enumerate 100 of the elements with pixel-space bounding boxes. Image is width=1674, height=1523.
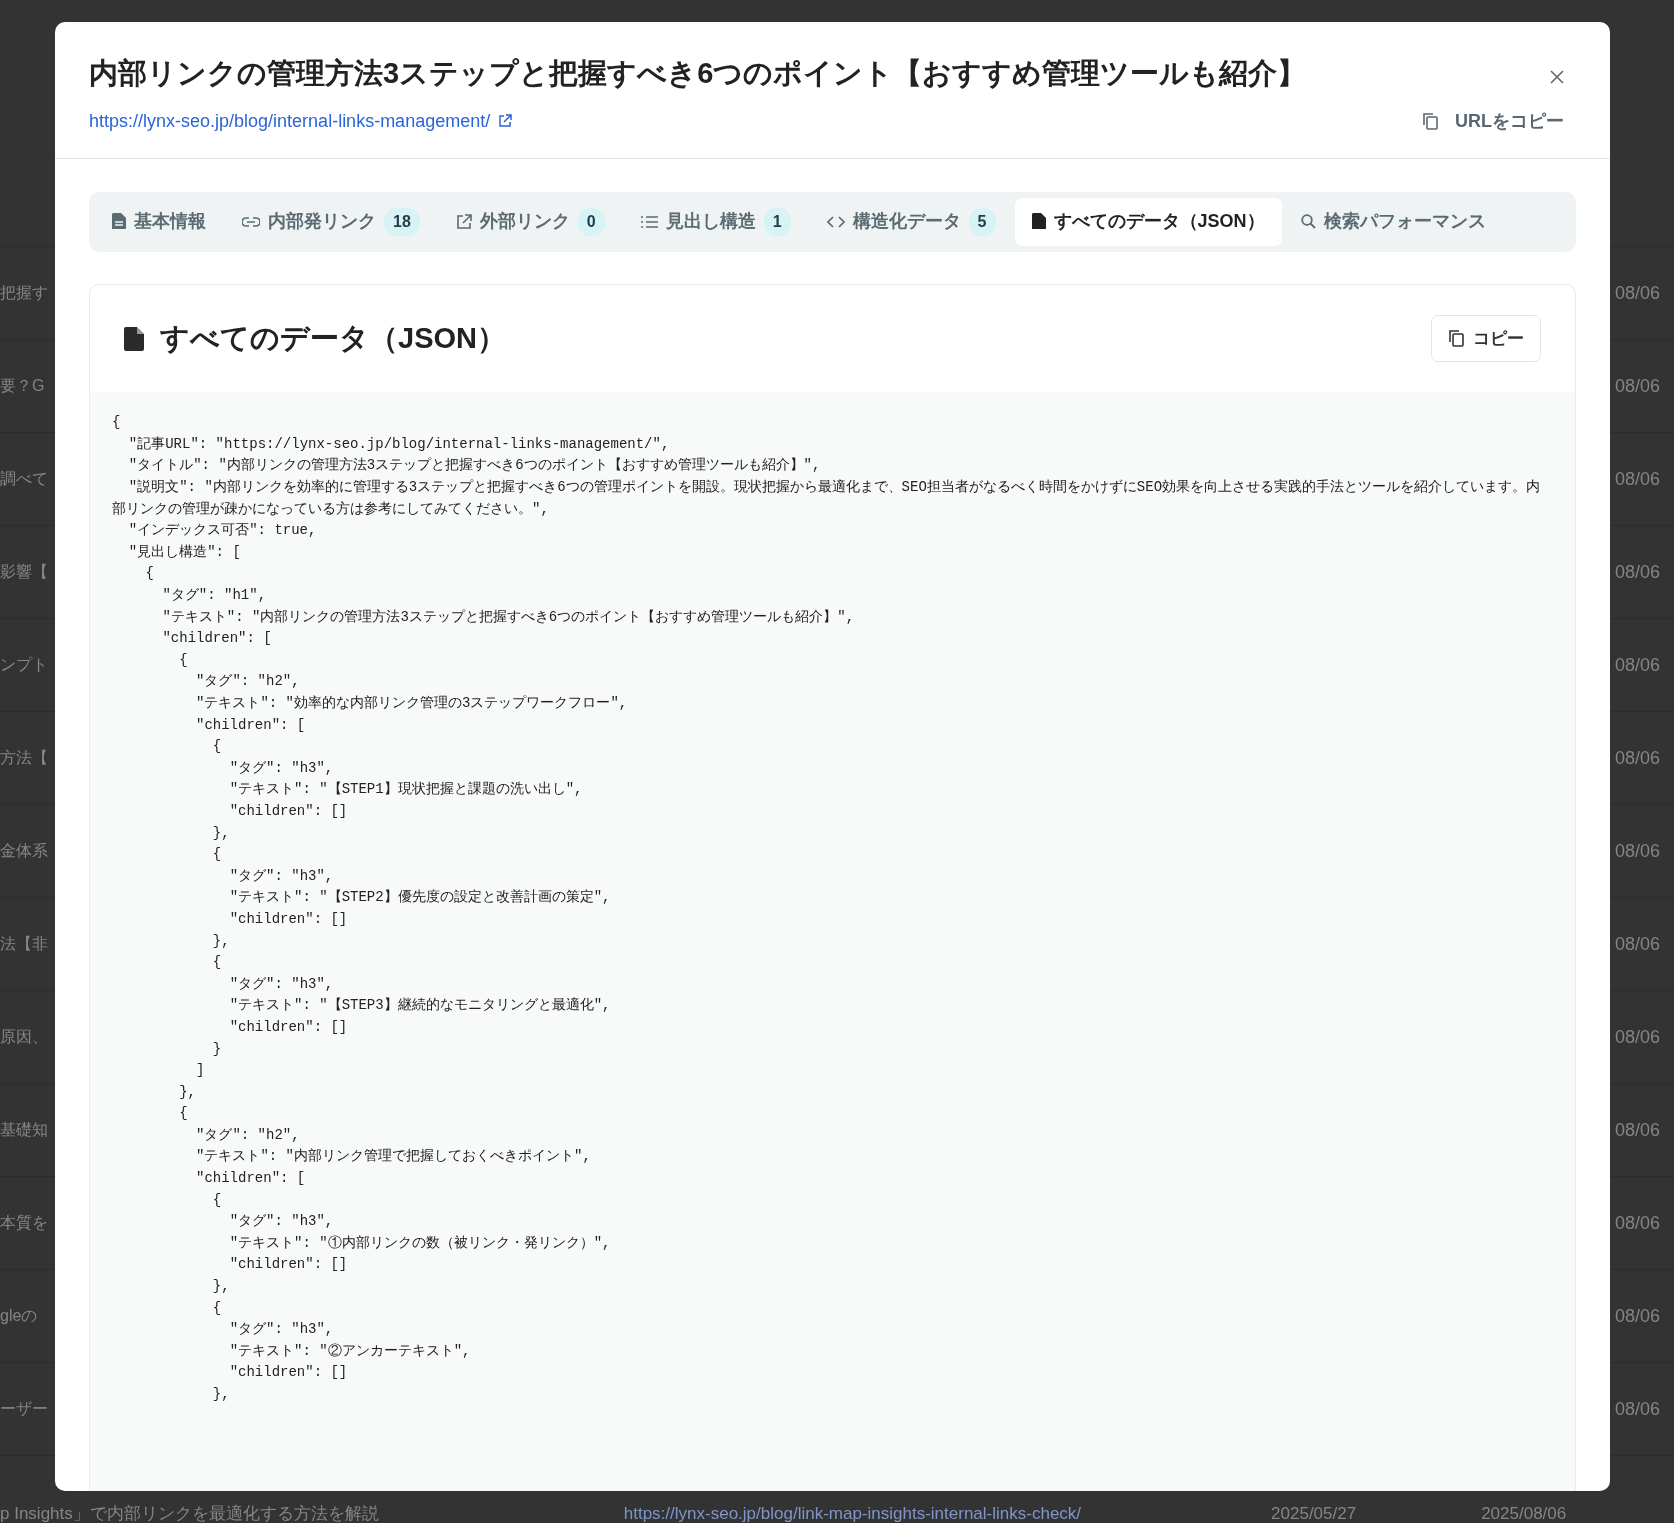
background-date-text: 2025/05/27 xyxy=(1271,1503,1357,1523)
document-icon xyxy=(1031,213,1046,231)
code-line: "children": [] xyxy=(228,802,349,821)
background-title-text: 調べて xyxy=(0,469,48,489)
code-line: "記事URL": "https://lynx-seo.jp/blog/internal-links-management/", xyxy=(127,434,671,454)
code-line: "タグ": "h2", xyxy=(195,1125,301,1145)
background-date-text: 08/06 xyxy=(1614,932,1660,956)
code-line: { xyxy=(211,953,223,973)
code-line: "見出し構造": [ xyxy=(127,542,242,562)
code-line: "テキスト": "効率的な内部リンク管理の3ステップワークフロー", xyxy=(195,694,629,713)
code-line: "タグ": "h3", xyxy=(228,866,335,886)
copy-icon xyxy=(1448,329,1465,349)
code-line: "インデックス可否": true, xyxy=(127,521,318,541)
code-line: { xyxy=(211,1298,223,1318)
background-title-text: 影響【 xyxy=(0,562,48,582)
panel-title: すべてのデータ（JSON） xyxy=(160,320,506,356)
count-badge: 0 xyxy=(577,207,605,236)
code-line: "テキスト": "②アンカーテキスト", xyxy=(228,1341,472,1361)
code-line: }, xyxy=(211,1277,231,1297)
code-line: "タグ": "h3", xyxy=(228,974,335,994)
background-title-text: ーザー xyxy=(0,1399,48,1419)
background-title-text: gleの xyxy=(0,1306,38,1326)
code-line: "children": [] xyxy=(228,1255,349,1275)
tab[interactable]: 検索パフォーマンス xyxy=(1283,197,1503,246)
background-title-text: 原因、 xyxy=(0,1027,48,1047)
external-link-icon xyxy=(498,114,513,129)
code-line: "テキスト": "内部リンクの管理方法3ステップと把握すべき6つのポイント【おすすめ管理ツールも紹介】", xyxy=(161,607,856,627)
code-line: "テキスト": "【STEP2】優先度の設定と改善計画の策定", xyxy=(228,888,612,908)
copy-url-button[interactable]: URLをコピー xyxy=(1416,106,1570,136)
tab[interactable]: 基本情報 xyxy=(95,197,223,246)
background-date-text: 08/06 xyxy=(1614,281,1660,305)
code-line: "テキスト": "【STEP1】現状把握と課題の洗い出し", xyxy=(228,780,584,800)
background-date-text: 08/06 xyxy=(1614,746,1660,770)
code-line: }, xyxy=(178,1082,198,1102)
tab[interactable]: 内部発リンク 18 xyxy=(225,197,437,246)
code-line: "テキスト": "内部リンク管理で把握しておくべきポイント", xyxy=(195,1147,592,1167)
search-icon xyxy=(1300,214,1316,230)
code-line: "タグ": "h3", xyxy=(228,758,335,778)
background-date-text: 08/06 xyxy=(1614,1397,1660,1421)
code-line: "タグ": "h1", xyxy=(161,586,268,606)
link-icon xyxy=(242,216,260,227)
background-date-text: 08/06 xyxy=(1614,1211,1660,1235)
code-line: } xyxy=(211,1039,223,1059)
code-line: ] xyxy=(195,1061,206,1081)
external-link-icon xyxy=(455,213,472,230)
code-line: }, xyxy=(211,931,231,951)
code-line: "タグ": "h3", xyxy=(228,1320,335,1340)
background-date-text: 2025/08/06 xyxy=(1481,1503,1567,1523)
count-badge: 18 xyxy=(384,207,420,236)
article-link[interactable]: https://lynx-seo.jp/blog/internal-links-management/ xyxy=(89,107,491,135)
background-date-text: 08/06 xyxy=(1614,1118,1660,1142)
tab[interactable]: すべてのデータ（JSON） xyxy=(1014,197,1282,246)
background-title-text: 方法【 xyxy=(0,748,48,768)
background-date-text: 08/06 xyxy=(1614,653,1660,677)
code-line: "テキスト": "①内部リンクの数（被リンク・発リンク）", xyxy=(228,1233,612,1253)
copy-button[interactable]: コピー xyxy=(1431,314,1541,363)
background-date-text: 08/06 xyxy=(1614,839,1660,863)
background-date-text: 08/06 xyxy=(1614,467,1660,491)
close-icon[interactable] xyxy=(1550,70,1564,84)
code-line: "説明文": "内部リンクを効率的に管理する3ステップと把握すべき6つの管理ポイントを開設。現状把握から最適化まで、SEO担当者がなるべく時間をかけずにSEO効果を向上させる実践的手法とツールを紹介しています。内部リンクの管理が疎かになっている方は参考にしてみてください。", xyxy=(112,478,1542,519)
background-url-link[interactable]: https://lynx-seo.jp/blog/link-map-insights-internal-links-check/ xyxy=(623,1501,1082,1523)
code-line: { xyxy=(178,1104,189,1124)
code-line: "children": [] xyxy=(228,1363,349,1383)
code-line: "タイトル": "内部リンクの管理方法3ステップと把握すべき6つのポイント【おすすめ管理ツールも紹介】", xyxy=(127,456,822,476)
code-line: { xyxy=(178,650,189,670)
code-line: { xyxy=(144,564,155,584)
background-date-text: 08/06 xyxy=(1614,374,1660,398)
copy-icon xyxy=(1422,111,1439,131)
document-icon xyxy=(112,213,126,231)
code-line: { xyxy=(112,413,122,433)
code-line: "children": [ xyxy=(195,1169,307,1189)
background-title-text: 法【非 xyxy=(0,934,48,954)
code-line: "タグ": "h2", xyxy=(195,672,301,692)
code-line: }, xyxy=(211,1385,231,1404)
code-line: "タグ": "h3", xyxy=(228,1212,335,1232)
background-date-text: 08/06 xyxy=(1614,1025,1660,1049)
background-title-text: ンプト xyxy=(0,655,48,675)
code-line: { xyxy=(211,845,223,865)
modal-title: 内部リンクの管理方法3ステップと把握すべき6つのポイント【おすすめ管理ツールも紹介】 xyxy=(89,56,1307,91)
document-icon xyxy=(124,326,144,351)
background-title-text: 本質を xyxy=(0,1213,48,1233)
list-icon xyxy=(640,214,658,229)
code-line: "テキスト": "【STEP3】継続的なモニタリングと最適化", xyxy=(228,996,612,1016)
background-title-text: p Insights」で内部リンクを最適化する方法を解説 xyxy=(0,1503,379,1523)
code-line: { xyxy=(211,737,223,757)
code-icon xyxy=(826,215,845,228)
tab[interactable]: 見出し構造 1 xyxy=(623,197,808,246)
count-badge: 5 xyxy=(968,207,996,236)
background-date-text: 08/06 xyxy=(1614,560,1660,584)
tab[interactable]: 外部リンク 0 xyxy=(438,197,622,246)
background-date-text: 08/06 xyxy=(1614,1304,1660,1328)
code-line: "children": [] xyxy=(228,1017,349,1037)
code-line: "children": [] xyxy=(228,909,349,929)
code-line: }, xyxy=(211,823,231,843)
count-badge: 1 xyxy=(763,207,791,236)
background-title-text: 金体系 xyxy=(0,841,48,861)
background-title-text: 基礎知 xyxy=(0,1120,48,1140)
tab[interactable]: 構造化データ 5 xyxy=(809,197,1013,246)
code-line: { xyxy=(211,1190,223,1210)
background-title-text: 要？G xyxy=(0,376,45,396)
